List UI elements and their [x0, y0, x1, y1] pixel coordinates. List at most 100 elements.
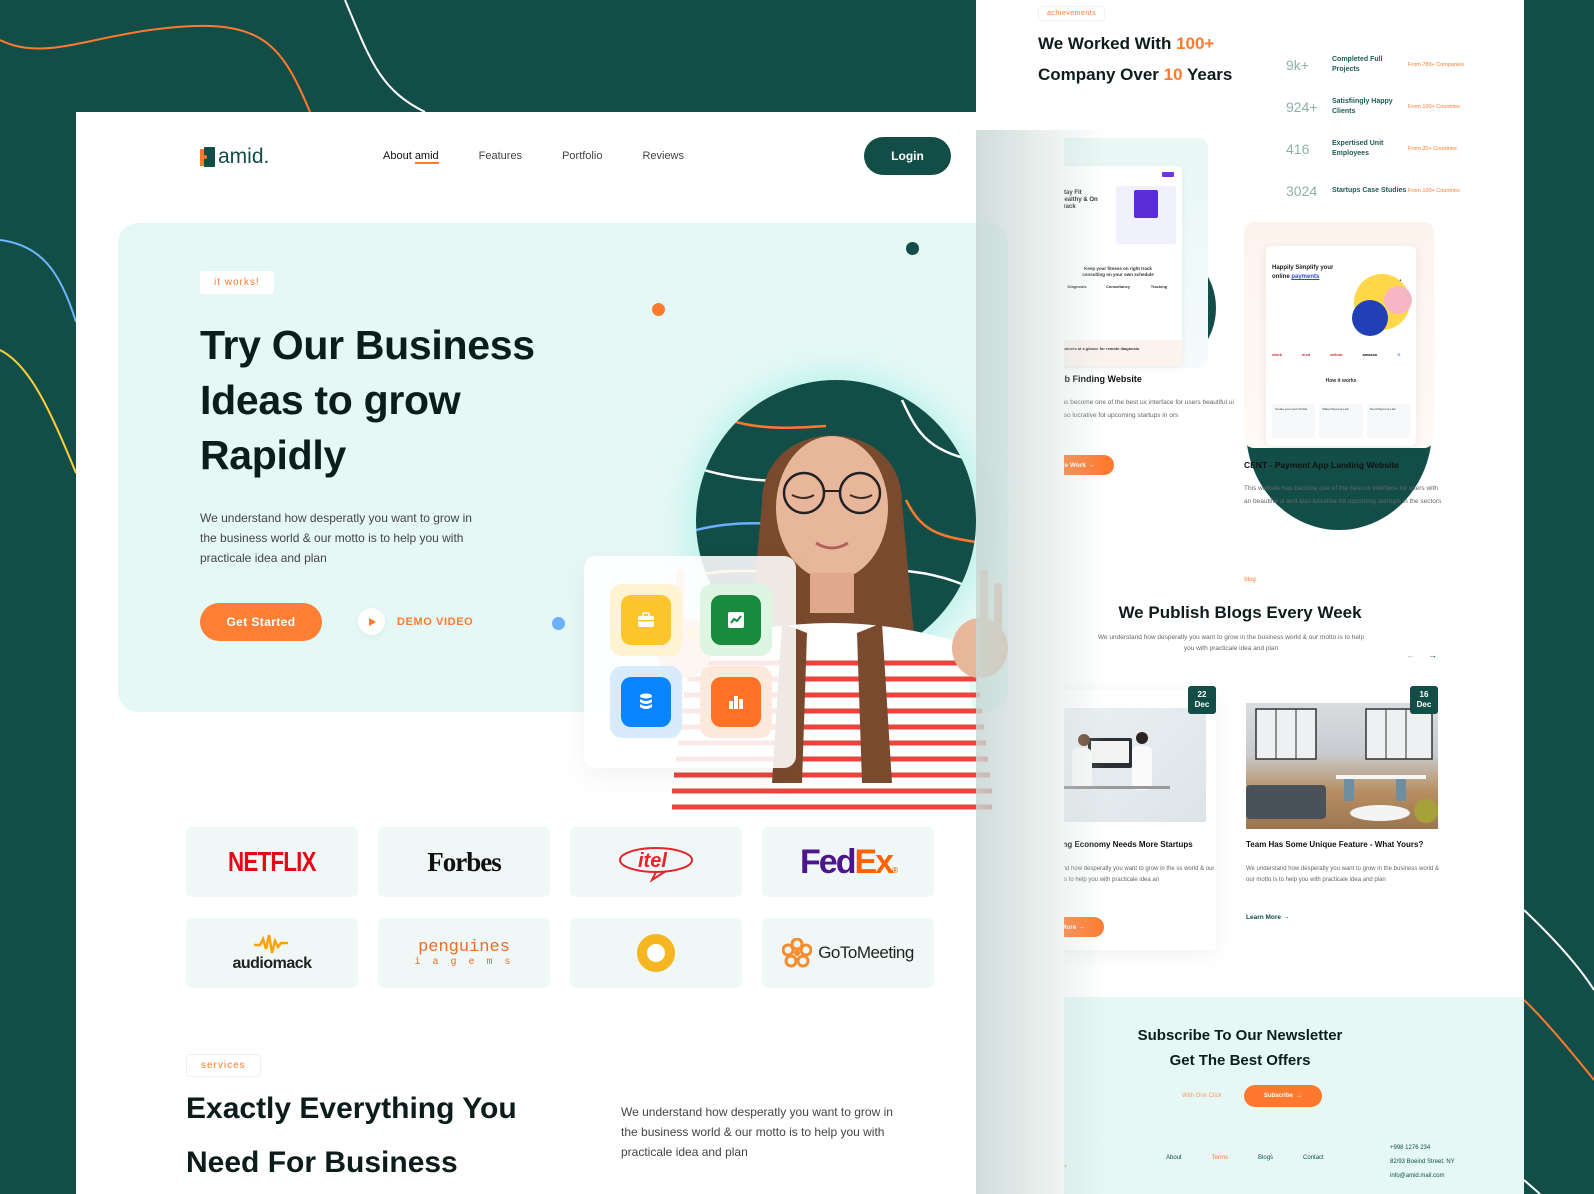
mock-calendar: [1134, 190, 1158, 218]
nav-item-reviews[interactable]: Reviews: [642, 150, 684, 162]
project1-description: site has become one of the best ux inter…: [1046, 399, 1234, 419]
brand-logo-penguines: penguines i a g e m s: [378, 918, 550, 988]
achievements-title-part: Years: [1182, 65, 1233, 84]
date-day: 22: [1197, 690, 1207, 699]
hero-section: it works! Try Our Business Ideas to grow…: [118, 223, 1008, 823]
stat-source: From 789+ Companies: [1408, 62, 1465, 68]
achievements-tag: achievements: [1038, 6, 1106, 21]
arrow-right-icon: →: [1296, 1093, 1303, 1099]
mock-brand: G: [1397, 352, 1401, 357]
footer-link-terms[interactable]: Terms: [1212, 1155, 1228, 1161]
arrow-right-icon[interactable]: →: [1428, 650, 1437, 660]
feature-tile-analytics[interactable]: [700, 666, 772, 738]
main-landing-page: amid. About amid Features Portfolio Revi…: [76, 112, 1064, 1194]
hero-tag: it works!: [200, 271, 274, 294]
feature-tile-business[interactable]: [610, 584, 682, 656]
blog-date-badge: 16 Dec: [1410, 686, 1438, 714]
brand-name: audiomack: [232, 955, 312, 972]
footer-phone: +998 1276 234: [1390, 1145, 1431, 1151]
project2-preview[interactable]: Cent Happily Simplify your online paymen…: [1244, 222, 1434, 448]
stat-value: 3024: [1286, 183, 1318, 199]
date-day: 16: [1419, 690, 1429, 699]
footer-link-blogs[interactable]: Blogs: [1258, 1155, 1273, 1161]
footer-contact: +998 1276 234 82/93 Boeind Street. NY in…: [1390, 1141, 1455, 1183]
mock-subheading: Keep your fitness on right track consult…: [1082, 266, 1154, 277]
stat-label: Completed Full Projects: [1332, 56, 1383, 73]
mock-pink-circle: [1384, 286, 1412, 314]
mock-brand: amazon: [1362, 352, 1378, 357]
nav-item-features[interactable]: Features: [479, 150, 522, 162]
newsletter-title-line: Subscribe To Our Newsletter: [1137, 1027, 1343, 1044]
stat-value: 416: [1286, 141, 1310, 157]
blog-post-description: We understand how desperatly you want to…: [1246, 866, 1439, 883]
nav-item-about[interactable]: About amid: [383, 150, 439, 164]
database-icon: [640, 693, 652, 709]
achievements-title-part: We Worked With: [1038, 34, 1177, 53]
lounge-illustration: [1246, 708, 1438, 823]
mock-step: Send Payment Link: [1366, 404, 1410, 438]
hero-title-line: Ideas to grow: [200, 377, 461, 423]
stat-value: 924+: [1286, 99, 1318, 115]
link-label: Learn More: [1246, 914, 1282, 921]
feature-tile-growth[interactable]: [700, 584, 772, 656]
feature-tile-data[interactable]: [610, 666, 682, 738]
stat-label: Startups Case Studies: [1332, 187, 1407, 194]
get-started-button[interactable]: Get Started: [200, 603, 322, 641]
footer-link-contact[interactable]: Contact: [1303, 1155, 1324, 1161]
stat-source: From 100+ Countries: [1408, 104, 1460, 110]
nav-label: About: [383, 150, 415, 162]
date-month: Dec: [1416, 700, 1432, 709]
hero-title-line: Try Our Business: [200, 322, 535, 368]
blog-post-title: rowing Economy Needs More Startups: [1046, 840, 1193, 849]
newsletter-title-line: Get The Best Offers: [1169, 1052, 1311, 1069]
brand-logo-netflix: NETFLIX: [186, 827, 358, 897]
mock-brand: mcd: [1302, 352, 1311, 357]
mock-card: Diagnosis: [1067, 284, 1087, 289]
footer-link-about[interactable]: About: [1166, 1155, 1182, 1161]
brand-logo[interactable]: amid.: [200, 145, 269, 169]
bar-chart-icon: [729, 696, 743, 709]
mock-step: Create your Cent Profile: [1272, 404, 1316, 438]
blog-date-badge: 22 Dec: [1188, 686, 1216, 714]
learn-more-link[interactable]: Learn More →: [1246, 914, 1289, 921]
services-title: Exactly Everything You Need For Business: [186, 1082, 517, 1190]
date-month: Dec: [1194, 700, 1210, 709]
footer-email[interactable]: info@amid.mail.com: [1390, 1169, 1455, 1183]
project1-preview[interactable]: Stay Fit Healthy & On Track Keep your fi…: [1046, 138, 1208, 368]
mock-brand: airbnb: [1330, 352, 1343, 357]
demo-video-button[interactable]: DEMO VIDEO: [358, 608, 473, 635]
decor-dot-orange: [652, 303, 665, 316]
stats-list: 9k+ Completed Full Projects From 789+ Comp…: [1286, 44, 1516, 212]
stat-label: Expertised Unit Employees: [1332, 140, 1384, 157]
services-tag: services: [186, 1054, 261, 1077]
brand-logo-gotomeeting: GoToMeeting: [762, 918, 934, 988]
nav-item-portfolio[interactable]: Portfolio: [562, 150, 602, 162]
mock-cards: Diagnosis Consultancy Tracking: [1062, 284, 1174, 289]
arrow-left-icon[interactable]: ←: [1406, 650, 1415, 660]
mock-brand: slack: [1272, 352, 1283, 357]
mock-footer: Features at a glance for remote diagnosi…: [1054, 340, 1182, 366]
stat-row: 9k+ Completed Full Projects From 789+ Comp…: [1286, 44, 1516, 86]
subscribe-button[interactable]: Subscribe →: [1244, 1085, 1322, 1107]
project2-description: This website has become one of the best …: [1244, 485, 1442, 505]
hero-title: Try Our Business Ideas to grow Rapidly: [200, 318, 535, 483]
project2-mockup: Cent Happily Simplify your online paymen…: [1266, 246, 1416, 446]
brand-name: GoToMeeting: [818, 943, 914, 962]
achievements-title: We Worked With 100+ Company Over 10 Year…: [1038, 28, 1232, 90]
login-button[interactable]: Login: [864, 137, 951, 175]
project2-title: CENT - Payment App Landing Website: [1244, 460, 1399, 470]
decor-dot-green: [906, 242, 919, 255]
mock-steps: Create your Cent Profile Make Payment Li…: [1272, 404, 1410, 438]
nav-label-highlight: amid: [414, 150, 439, 164]
blog-post-description: derstand how desperatly you want to grow…: [1046, 866, 1215, 883]
services-title-line: Exactly Everything You: [186, 1092, 517, 1125]
button-label: Subscribe: [1263, 1093, 1293, 1099]
achievements-title-part: Company Over: [1038, 65, 1164, 84]
services-description: We understand how desperatly you want to…: [621, 1105, 893, 1159]
stat-label: Satisfiingly Happy Clients: [1332, 98, 1393, 115]
stat-source: From 20+ Countries: [1408, 146, 1457, 152]
svg-text:itel: itel: [638, 850, 667, 872]
brand-logos-grid: NETFLIX Forbes itel FedEx® audiomack pen…: [186, 827, 934, 988]
hero-description: We understand how desperatly you want to…: [200, 511, 472, 565]
ring-logo-icon: [637, 934, 675, 972]
